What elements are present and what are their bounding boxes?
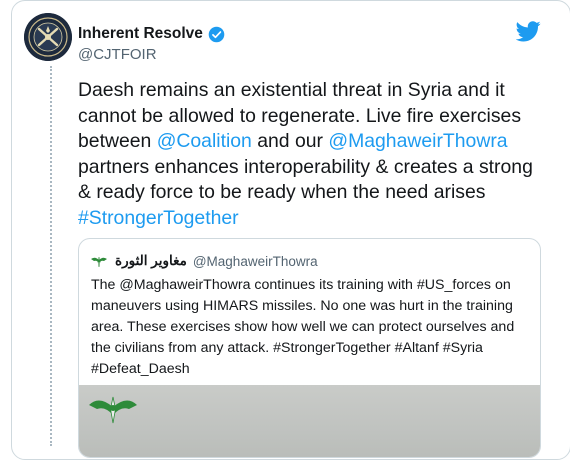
quoted-author-name[interactable]: مغاوير الثورة [115, 253, 187, 269]
verified-badge-icon [208, 26, 225, 42]
author-avatar[interactable] [24, 13, 72, 61]
hashtag-link-strongertogether[interactable]: #StrongerTogether [78, 207, 239, 229]
quoted-tweet-card[interactable]: مغاوير الثورة @MaghaweirThowra The @Magh… [78, 238, 541, 458]
mention-link-maghaweirthowra[interactable]: @MaghaweirThowra [328, 130, 507, 152]
quoted-tweet-text: The @MaghaweirThowra continues its train… [91, 277, 515, 377]
quoted-tweet-header: مغاوير الثورة @MaghaweirThowra [89, 251, 318, 271]
author-handle[interactable]: @CJTFOIR [78, 46, 157, 63]
twitter-bird-icon[interactable] [516, 21, 541, 42]
mention-link-coalition[interactable]: @Coalition [157, 130, 252, 152]
quoted-author-handle[interactable]: @MaghaweirThowra [193, 254, 318, 269]
quoted-tweet-media[interactable] [79, 385, 540, 457]
author-name-row[interactable]: Inherent Resolve [78, 25, 225, 43]
tweet-text-segment: and our [251, 130, 329, 152]
tweet-body: Daesh remains an existential threat in S… [78, 78, 548, 231]
thread-connector-line [50, 66, 52, 446]
author-name[interactable]: Inherent Resolve [78, 25, 203, 43]
maghaweir-emblem-icon[interactable] [89, 251, 109, 271]
maghaweir-emblem-icon [89, 396, 137, 424]
cjtf-oir-seal-icon [24, 13, 72, 61]
tweet-text-segment: partners enhances interoperability & cre… [78, 155, 533, 204]
